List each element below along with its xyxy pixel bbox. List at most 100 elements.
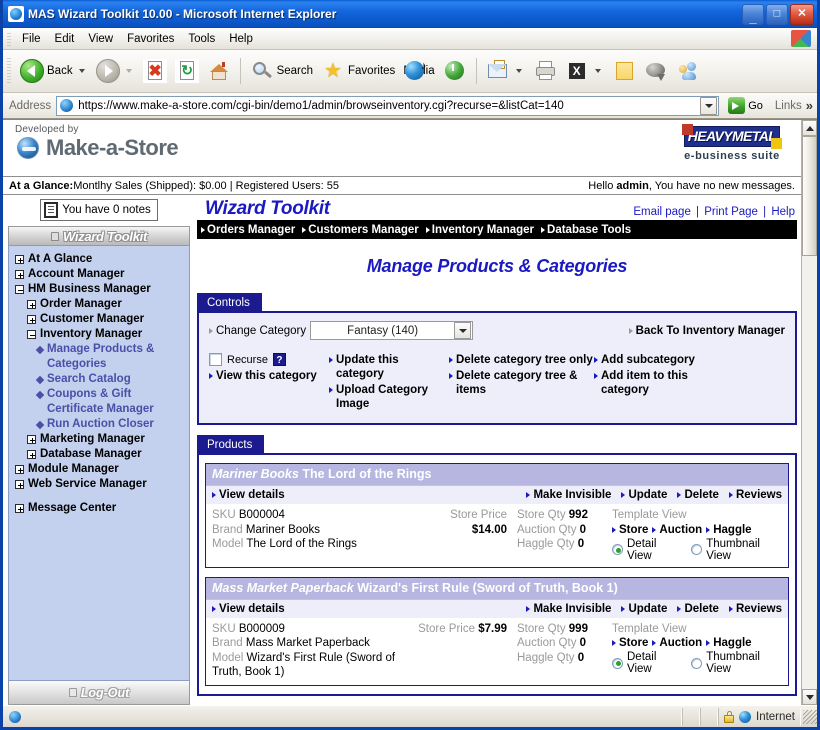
- update-this-category-link[interactable]: Update this category: [329, 353, 449, 381]
- expand-plus-icon[interactable]: [15, 255, 24, 264]
- menu-help[interactable]: Help: [222, 31, 260, 47]
- forward-button[interactable]: [92, 56, 139, 86]
- delete-link[interactable]: Delete: [677, 603, 719, 615]
- upload-category-image-link[interactable]: Upload Category Image: [329, 383, 449, 411]
- home-button[interactable]: [203, 56, 235, 86]
- delete-category-tree-items-link[interactable]: Delete category tree & items: [449, 369, 594, 397]
- products-tab[interactable]: Products: [197, 435, 265, 454]
- scroll-down-button[interactable]: [802, 689, 817, 705]
- recurse-checkbox[interactable]: [209, 353, 222, 366]
- sidebar-item-message-center[interactable]: Message Center: [15, 501, 185, 516]
- menu-view[interactable]: View: [81, 31, 120, 47]
- help-icon[interactable]: ?: [272, 353, 286, 366]
- sidebar-item-account-manager[interactable]: Account Manager: [15, 267, 185, 282]
- sidebar-item-order-manager[interactable]: Order Manager: [15, 297, 185, 312]
- sidebar-item-module-manager[interactable]: Module Manager: [15, 462, 185, 477]
- expand-plus-icon[interactable]: [15, 465, 24, 474]
- toolbar-overflow-icon[interactable]: »: [806, 98, 813, 113]
- menu-favorites[interactable]: Favorites: [120, 31, 181, 47]
- thumbnail-view-radio[interactable]: [691, 544, 703, 555]
- delete-category-tree-only-link[interactable]: Delete category tree only: [449, 353, 594, 367]
- scrollbar-track[interactable]: [802, 256, 817, 689]
- sidebar-item-run-auction-closer[interactable]: Run Auction Closer: [15, 417, 185, 432]
- address-dropdown-button[interactable]: [700, 96, 718, 115]
- reviews-link[interactable]: Reviews: [728, 489, 782, 501]
- reviews-link[interactable]: Reviews: [728, 603, 782, 615]
- menu-tools[interactable]: Tools: [181, 31, 222, 47]
- scroll-up-button[interactable]: [802, 120, 817, 136]
- print-button[interactable]: [529, 56, 561, 86]
- logout-button[interactable]: Log-Out: [8, 681, 190, 705]
- sidebar-item-manage-products-categories[interactable]: Manage Products & Categories: [15, 342, 185, 372]
- controls-tab[interactable]: Controls: [197, 293, 262, 312]
- resize-grip[interactable]: [803, 709, 817, 724]
- select-dropdown-button[interactable]: [454, 322, 472, 339]
- email-page-link[interactable]: Email page: [633, 206, 691, 218]
- security-zone-cell[interactable]: Internet: [718, 707, 801, 726]
- back-to-inventory-manager-link[interactable]: Back To Inventory Manager: [628, 325, 785, 337]
- edit-dropdown-icon[interactable]: [594, 69, 601, 73]
- nav-customers-manager[interactable]: Customers Manager: [302, 224, 426, 236]
- template-auction-link[interactable]: Auction: [652, 637, 702, 649]
- edit-button[interactable]: [561, 56, 608, 86]
- collapse-minus-icon[interactable]: [15, 285, 24, 294]
- make-invisible-link[interactable]: Make Invisible: [526, 489, 611, 501]
- add-item-to-category-link[interactable]: Add item to this category: [594, 369, 734, 397]
- maximize-button[interactable]: □: [766, 3, 788, 25]
- view-this-category-link[interactable]: View this category: [209, 369, 329, 383]
- sidebar-item-web-service-manager[interactable]: Web Service Manager: [15, 477, 185, 492]
- discuss-button[interactable]: [640, 56, 672, 86]
- links-label[interactable]: Links: [775, 100, 802, 112]
- print-page-link[interactable]: Print Page: [704, 206, 758, 218]
- detail-view-radio[interactable]: [612, 544, 623, 555]
- forward-dropdown-icon[interactable]: [125, 69, 132, 73]
- template-store-link[interactable]: Store: [612, 524, 648, 536]
- mail-button[interactable]: [482, 56, 529, 86]
- back-button[interactable]: Back: [16, 56, 92, 86]
- expand-plus-icon[interactable]: [27, 435, 36, 444]
- scrollbar-thumb[interactable]: [802, 136, 817, 256]
- sidebar-item-marketing-manager[interactable]: Marketing Manager: [15, 432, 185, 447]
- notes-button[interactable]: You have 0 notes: [40, 199, 158, 221]
- expand-plus-icon[interactable]: [27, 315, 36, 324]
- template-haggle-link[interactable]: Haggle: [706, 637, 752, 649]
- sidebar-item-customer-manager[interactable]: Customer Manager: [15, 312, 185, 327]
- go-button[interactable]: Go: [724, 96, 767, 115]
- help-link[interactable]: Help: [771, 206, 795, 218]
- make-a-store-logo[interactable]: Make-a-Store: [17, 137, 179, 159]
- template-store-link[interactable]: Store: [612, 637, 648, 649]
- nav-database-tools[interactable]: Database Tools: [541, 224, 638, 236]
- template-haggle-link[interactable]: Haggle: [706, 524, 752, 536]
- collapse-minus-icon[interactable]: [27, 330, 36, 339]
- menu-edit[interactable]: Edit: [48, 31, 82, 47]
- nav-inventory-manager[interactable]: Inventory Manager: [425, 224, 541, 236]
- sidebar-item-inventory-manager[interactable]: Inventory Manager: [15, 327, 185, 342]
- favorites-button[interactable]: ★ Favorites: [317, 56, 399, 86]
- back-dropdown-icon[interactable]: [78, 69, 85, 73]
- media-button[interactable]: ♪ Media: [399, 60, 438, 80]
- sidebar-item-at-a-glance[interactable]: At A Glance: [15, 252, 185, 267]
- sidebar-item-database-manager[interactable]: Database Manager: [15, 447, 185, 462]
- add-subcategory-link[interactable]: Add subcategory: [594, 353, 734, 367]
- category-select[interactable]: Fantasy (140): [310, 321, 474, 340]
- expand-plus-icon[interactable]: [15, 270, 24, 279]
- menu-file[interactable]: File: [15, 31, 48, 47]
- nav-orders-manager[interactable]: Orders Manager: [201, 224, 302, 236]
- view-details-link[interactable]: View details: [212, 603, 285, 615]
- address-input[interactable]: https://www.make-a-store.com/cgi-bin/dem…: [56, 95, 720, 116]
- make-invisible-link[interactable]: Make Invisible: [526, 603, 611, 615]
- delete-link[interactable]: Delete: [677, 489, 719, 501]
- close-button[interactable]: ✕: [790, 3, 814, 25]
- expand-plus-icon[interactable]: [27, 300, 36, 309]
- mail-dropdown-icon[interactable]: [515, 69, 522, 73]
- sidebar-item-search-catalog[interactable]: Search Catalog: [15, 372, 185, 387]
- page-scrollbar[interactable]: [801, 120, 817, 705]
- change-category-link[interactable]: Change Category: [209, 325, 306, 337]
- messenger-button[interactable]: [672, 56, 704, 86]
- toolbar-grip[interactable]: [7, 57, 11, 85]
- sidebar-item-coupons-gift-certificate-manager[interactable]: Coupons & Gift Certificate Manager: [15, 387, 185, 417]
- detail-view-radio[interactable]: [612, 657, 623, 669]
- expand-plus-icon[interactable]: [27, 450, 36, 459]
- expand-plus-icon[interactable]: [15, 480, 24, 489]
- search-button[interactable]: Search: [246, 56, 317, 86]
